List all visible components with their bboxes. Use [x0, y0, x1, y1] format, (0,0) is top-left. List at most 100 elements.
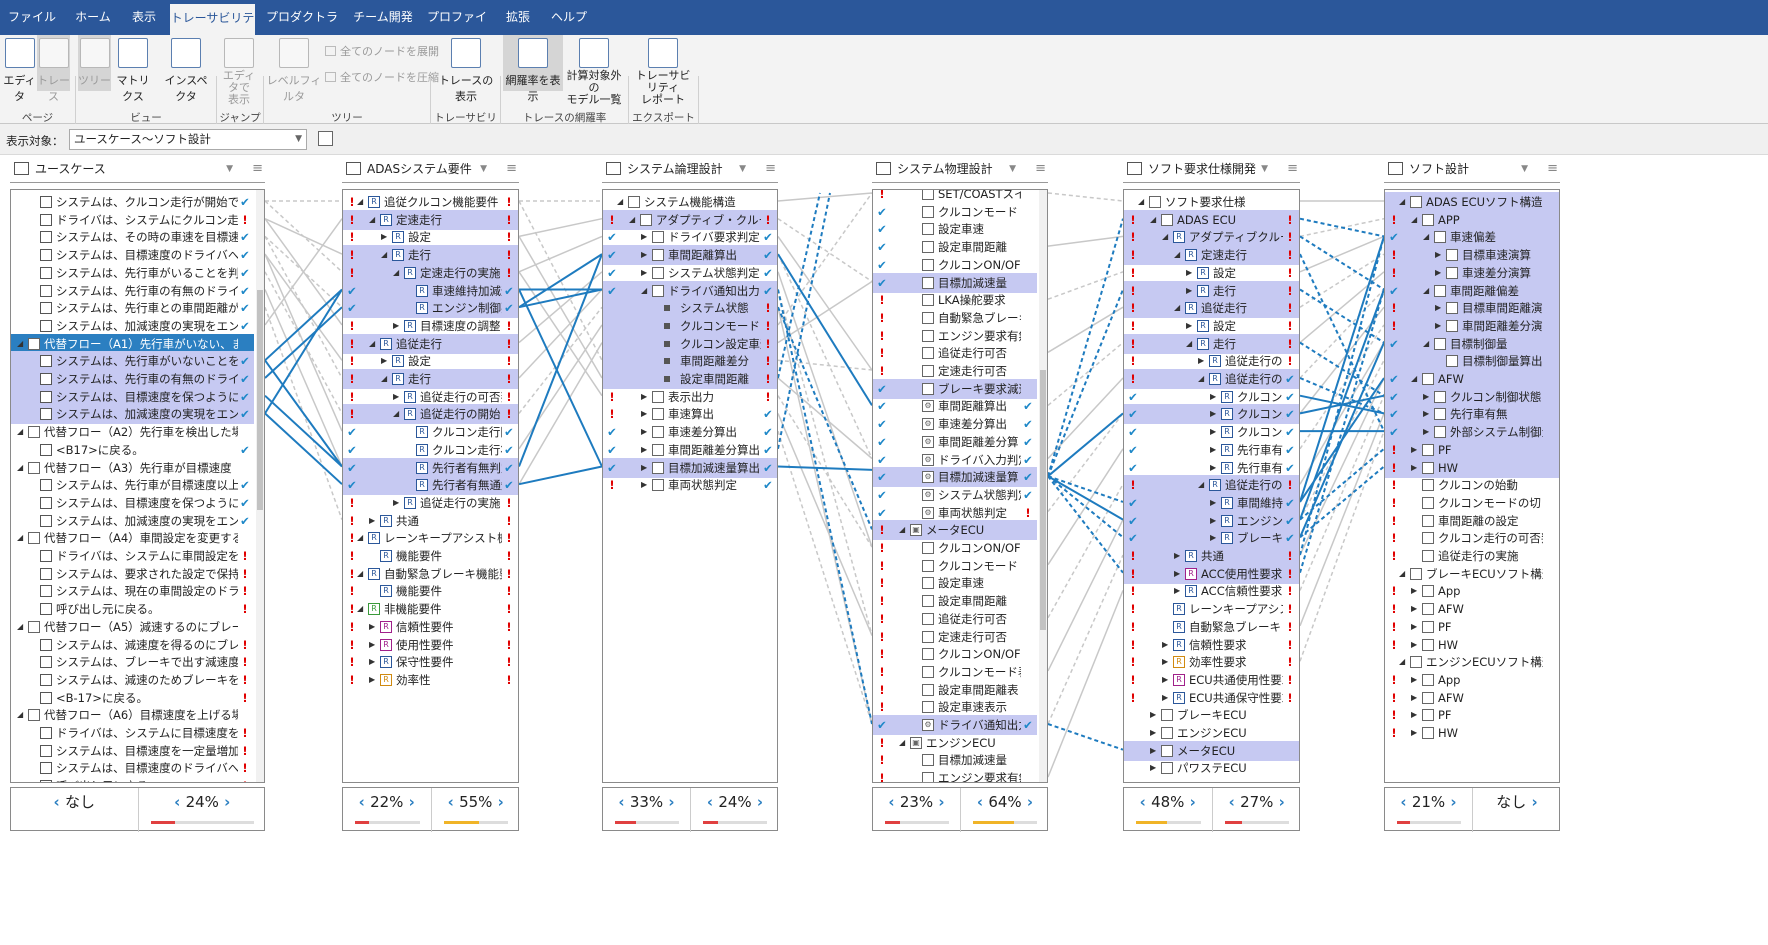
chevron-left-icon[interactable]: ‹: [174, 793, 185, 811]
tree-node[interactable]: ! ▶ R 効率性!: [343, 670, 518, 690]
chevron-right-icon[interactable]: ›: [933, 793, 944, 811]
editor-button[interactable]: エディタ: [3, 38, 36, 104]
tree-node[interactable]: ▶ パワステECU: [1124, 758, 1299, 778]
tab-file[interactable]: ファイル: [8, 0, 56, 35]
chevron-right-icon[interactable]: ›: [663, 793, 674, 811]
chevron-left-icon[interactable]: ‹: [977, 793, 988, 811]
menu-icon[interactable]: ≡: [765, 155, 776, 183]
trace-display-button[interactable]: トレースの表示: [436, 38, 496, 104]
coverage-bar-fill: [355, 821, 370, 824]
chevron-down-icon[interactable]: ▼: [739, 155, 746, 183]
chevron-right-icon[interactable]: ▶: [369, 670, 375, 690]
requirement-icon: R: [1221, 496, 1233, 509]
tree-view[interactable]: システムは、クルコン走行が開始できる✔ドライバは、システムにクルコン走行の開!シ…: [10, 189, 265, 783]
tab-view[interactable]: 表示: [122, 0, 166, 35]
chevron-right-icon[interactable]: ›: [403, 793, 415, 811]
chevron-right-icon[interactable]: ›: [1184, 793, 1196, 811]
requirement-icon: R: [1185, 249, 1197, 262]
out-of-scope-button[interactable]: 計算対象外の モデル一覧: [564, 38, 624, 106]
menu-icon[interactable]: ≡: [1547, 155, 1558, 183]
tab-traceability[interactable]: トレーサビリティ: [170, 4, 255, 54]
scrollbar-thumb[interactable]: [1040, 370, 1046, 630]
trace-link: [777, 253, 873, 459]
chevron-left-icon[interactable]: ‹: [888, 793, 899, 811]
filter-settings-icon[interactable]: [318, 131, 333, 146]
tree-view[interactable]: !SET/COASTスイッ✔クルコンモード✔設定車速✔設定車間距離✔クルコンON…: [872, 189, 1048, 783]
tree-node[interactable]: ! ▶ HW: [1385, 723, 1559, 743]
chevron-right-icon[interactable]: ›: [1273, 793, 1285, 811]
tree-node[interactable]: ! ▶ 車両状態判定 ✔: [603, 475, 777, 495]
requirement-icon: R: [380, 337, 392, 350]
tab-profile[interactable]: プロファイル: [424, 0, 490, 59]
tab-help[interactable]: ヘルプ: [544, 0, 594, 35]
chevron-left-icon[interactable]: ‹: [1229, 793, 1240, 811]
gear-icon: ⚙: [922, 400, 934, 413]
report-button[interactable]: トレーサビリティ レポート: [632, 38, 694, 106]
chevron-right-icon[interactable]: ▶: [641, 475, 647, 495]
coverage-bar: [615, 821, 679, 824]
jump-editor-button[interactable]: エディタで 表示: [219, 38, 259, 106]
menu-icon[interactable]: ≡: [506, 155, 517, 183]
chevron-down-icon[interactable]: ▼: [1009, 155, 1016, 183]
display-target-select[interactable]: ユースケース～ソフト設計 ▼: [69, 129, 307, 150]
chevron-left-icon[interactable]: ‹: [1140, 793, 1151, 811]
chevron-right-icon[interactable]: ›: [752, 793, 763, 811]
chevron-left-icon[interactable]: ‹: [448, 793, 459, 811]
chevron-right-icon[interactable]: ›: [1526, 793, 1538, 811]
block-icon: [922, 772, 934, 782]
chevron-down-icon[interactable]: ▼: [226, 155, 233, 183]
tab-team[interactable]: チーム開発: [348, 0, 418, 35]
chevron-right-icon[interactable]: ›: [219, 793, 230, 811]
trace-link: [1047, 342, 1124, 406]
expand-all-button[interactable]: 全てのノードを展開: [325, 43, 439, 59]
gear-icon: ⚙: [922, 435, 934, 448]
inspector-button[interactable]: インスペクタ: [160, 38, 212, 104]
block-icon: [922, 577, 934, 590]
tree-node[interactable]: ! エンジン要求有無: [873, 768, 1037, 782]
chevron-left-icon[interactable]: ‹: [618, 793, 629, 811]
coverage-display-button[interactable]: 網羅率を表示: [503, 35, 563, 103]
tree-view[interactable]: ! ◢ R 追従クルコン機能要件!! ◢ R 定速走行!! ▶ R 設定!! ◢ R 走行!! ◢ R 定速走…: [342, 189, 519, 783]
menu-icon[interactable]: ≡: [252, 155, 263, 183]
block-icon: [1422, 496, 1434, 509]
scrollbar[interactable]: [256, 190, 264, 782]
requirement-icon: R: [416, 443, 428, 456]
block-icon: [1422, 603, 1434, 616]
chevron-right-icon[interactable]: ›: [492, 793, 504, 811]
tree-view[interactable]: ◢システム機能構造!◢アダプティブ・クルーズ・コ!✔▶ドライバ要求判定✔✔▶車間…: [602, 189, 778, 783]
chevron-right-icon[interactable]: ›: [1022, 793, 1033, 811]
chevron-left-icon[interactable]: ‹: [54, 793, 65, 811]
scrollbar[interactable]: [1039, 190, 1047, 782]
matrix-button[interactable]: マトリクス: [112, 38, 154, 104]
step-icon: [40, 408, 52, 421]
collapse-all-button[interactable]: 全てのノードを圧縮: [325, 69, 439, 85]
coverage-bar: [703, 821, 767, 824]
chevron-left-icon[interactable]: ‹: [707, 793, 718, 811]
menu-icon[interactable]: ≡: [1287, 155, 1298, 183]
coverage-bar: [150, 821, 254, 824]
coverage-value: 48%: [1151, 793, 1185, 811]
chevron-left-icon[interactable]: ‹: [1400, 793, 1411, 811]
chevron-right-icon[interactable]: ▶: [1411, 723, 1417, 743]
coverage-cell: なし ›: [1473, 788, 1561, 832]
level-filter-button[interactable]: レベルフィルタ: [266, 38, 322, 104]
tab-extension[interactable]: 拡張: [498, 0, 538, 35]
menu-icon[interactable]: ≡: [1035, 155, 1046, 183]
tree-view[interactable]: ◢ ADAS ECUソフト構造! ◢ APP ✔ ◢ 車速偏差! ▶ 目標車速演算! ▶ 車速差分演…: [1384, 189, 1560, 783]
tree-node[interactable]: 呼び出し元に戻る。!: [11, 776, 254, 782]
chevron-down-icon[interactable]: ▼: [1521, 155, 1528, 183]
tree-view[interactable]: ◢ソフト要求仕様!◢ADAS ECU!!◢Rアダプティブクルーズコ!!◢R定速走…: [1123, 189, 1300, 783]
tab-product-line[interactable]: プロダクトライン: [262, 0, 342, 59]
step-icon: [40, 355, 52, 368]
chevron-down-icon[interactable]: ▼: [480, 155, 487, 183]
chevron-down-icon[interactable]: ▼: [1261, 155, 1268, 183]
chevron-right-icon[interactable]: ▶: [1150, 758, 1156, 778]
tree-button[interactable]: ツリー: [78, 35, 111, 91]
tab-home[interactable]: ホーム: [66, 0, 120, 35]
step-icon: [40, 231, 52, 244]
scrollbar-thumb[interactable]: [257, 290, 263, 510]
chevron-left-icon[interactable]: ‹: [359, 793, 370, 811]
chevron-right-icon[interactable]: ›: [1445, 793, 1456, 811]
trace-button[interactable]: トレース: [37, 35, 70, 103]
trace-link: [1047, 554, 1124, 725]
